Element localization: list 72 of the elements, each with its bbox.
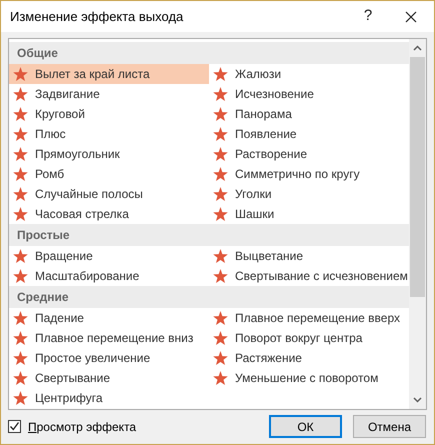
star-icon — [213, 67, 228, 81]
effect-item[interactable]: Масштабирование — [9, 266, 209, 286]
star-icon — [13, 351, 28, 365]
dialog-button[interactable]: Отмена — [353, 415, 426, 438]
effect-item[interactable]: Падение — [9, 308, 209, 328]
star-icon — [213, 87, 228, 101]
effect-item[interactable]: Жалюзи — [209, 64, 409, 84]
star-icon — [13, 147, 28, 161]
scroll-up-icon[interactable] — [413, 45, 422, 51]
star-icon — [213, 167, 228, 181]
star-icon — [213, 269, 228, 283]
star-icon — [213, 127, 228, 141]
star-icon — [13, 87, 28, 101]
effect-item[interactable]: Центрифуга — [9, 388, 209, 408]
star-icon — [13, 187, 28, 201]
star-icon — [13, 249, 28, 263]
star-icon — [213, 147, 228, 161]
close-icon — [405, 10, 417, 22]
star-icon — [213, 311, 228, 325]
effect-item[interactable]: Уменьшение с поворотом — [209, 368, 409, 388]
star-icon — [13, 269, 28, 283]
effect-item[interactable]: Случайные полосы — [9, 184, 209, 204]
star-icon — [13, 371, 28, 385]
effect-item[interactable]: Вылет за край листа — [9, 64, 209, 84]
effect-item[interactable]: Панорама — [209, 104, 409, 124]
help-button[interactable]: ? — [348, 1, 388, 32]
scroll-down-icon[interactable] — [413, 397, 422, 403]
star-icon — [213, 207, 228, 221]
effect-item[interactable]: Прямоугольник — [9, 144, 209, 164]
effect-item[interactable]: Простое увеличение — [9, 348, 209, 368]
effect-item[interactable]: Растяжение — [209, 348, 409, 368]
star-icon — [13, 311, 28, 325]
effect-item[interactable]: Круговой — [9, 104, 209, 124]
star-icon — [213, 371, 228, 385]
effect-item[interactable]: Растворение — [209, 144, 409, 164]
star-icon — [13, 67, 28, 81]
star-icon — [213, 249, 228, 263]
scrollbar-thumb[interactable] — [410, 57, 425, 297]
effect-item[interactable]: Задвигание — [9, 84, 209, 104]
star-icon — [213, 107, 228, 121]
star-icon — [213, 187, 228, 201]
effect-item[interactable]: Плавное перемещение вниз — [9, 328, 209, 348]
effect-item[interactable]: Ромб — [9, 164, 209, 184]
window-title: Изменение эффекта выхода — [10, 8, 184, 26]
group-header: Средние — [9, 286, 409, 308]
effect-item[interactable]: Плюс — [9, 124, 209, 144]
star-icon — [213, 331, 228, 345]
star-icon — [13, 207, 28, 221]
star-icon — [13, 167, 28, 181]
preview-label: Просмотр эффекта — [28, 418, 136, 436]
star-icon — [213, 351, 228, 365]
effect-item[interactable]: Появление — [209, 124, 409, 144]
effect-item[interactable]: Поворот вокруг центра — [209, 328, 409, 348]
effect-item[interactable]: Плавное перемещение вверх — [209, 308, 409, 328]
effect-item[interactable]: Свертывание с исчезновением — [209, 266, 409, 286]
effect-item[interactable]: Шашки — [209, 204, 409, 224]
group-header: Простые — [9, 224, 409, 246]
effect-item[interactable]: Исчезновение — [209, 84, 409, 104]
star-icon — [13, 331, 28, 345]
effect-item[interactable]: Симметрично по кругу — [209, 164, 409, 184]
group-header: Общие — [9, 42, 409, 64]
effect-item[interactable]: Вращение — [9, 246, 209, 266]
star-icon — [13, 127, 28, 141]
effect-item[interactable]: Свертывание — [9, 368, 209, 388]
scrollbar[interactable] — [409, 39, 426, 409]
star-icon — [13, 391, 28, 405]
effect-item[interactable]: Уголки — [209, 184, 409, 204]
effect-item[interactable]: Выцветание — [209, 246, 409, 266]
effect-item[interactable]: Часовая стрелка — [9, 204, 209, 224]
dialog-button[interactable]: ОК — [269, 415, 342, 438]
star-icon — [13, 107, 28, 121]
preview-checkbox[interactable] — [8, 420, 21, 433]
